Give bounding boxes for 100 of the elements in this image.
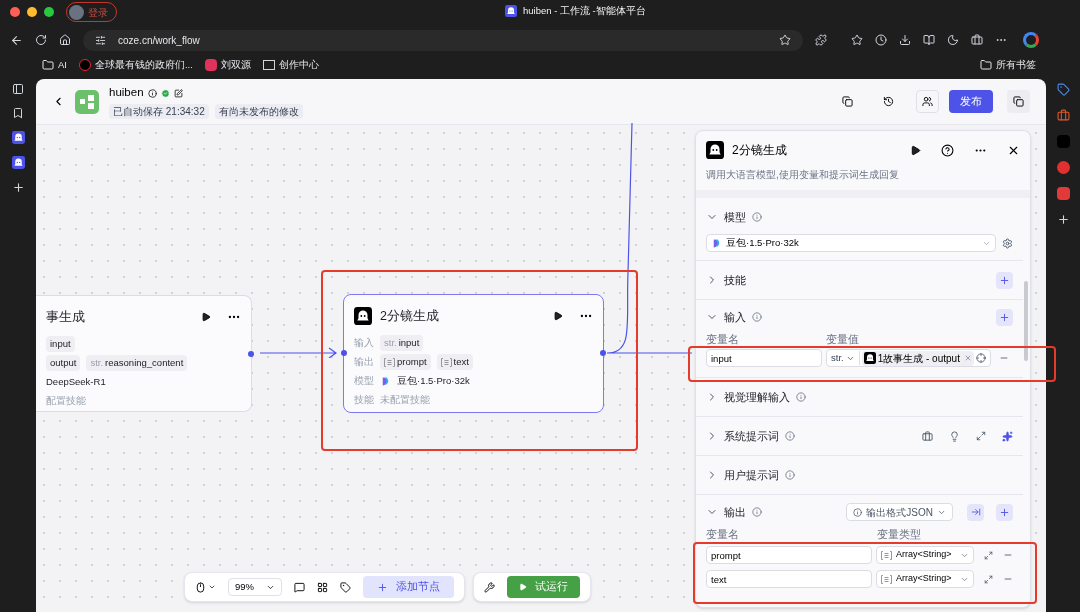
settings-icon[interactable] [1002, 237, 1013, 249]
workflow-node[interactable]: 2分镜生成 输入 str. input 输出 prompt text 模型 豆包·1.5·Pro·32k 技能 未配置技能 [343, 294, 604, 413]
download-icon[interactable] [899, 34, 911, 46]
workflow-node[interactable]: 事生成 input output str. reasoning_content DeepSeek-R1 配置技能 [36, 295, 252, 412]
duplicate-button[interactable] [1007, 90, 1030, 113]
model-icon [711, 237, 722, 249]
run-icon[interactable] [910, 144, 921, 156]
favorites-icon[interactable] [851, 34, 863, 46]
add-icon[interactable] [11, 181, 25, 194]
briefcase-icon[interactable] [971, 34, 983, 46]
variable-name-field[interactable]: prompt [706, 546, 872, 564]
add-button[interactable] [996, 308, 1013, 326]
collaborators-button[interactable] [916, 90, 939, 113]
zoom-select[interactable]: 99% [228, 578, 282, 596]
layout-icon[interactable] [317, 581, 328, 593]
model-select[interactable]: 豆包·1.5·Pro·32k [706, 234, 996, 252]
reader-icon[interactable] [923, 34, 935, 46]
studio-icon [262, 60, 275, 70]
maximize-window-button[interactable] [44, 7, 54, 17]
address-bar[interactable]: coze.cn/work_flow [83, 29, 803, 51]
tag-icon[interactable] [1056, 83, 1070, 96]
info-icon [752, 507, 762, 517]
folder-icon [980, 59, 992, 71]
copy-icon[interactable] [842, 96, 853, 107]
back-icon[interactable] [10, 33, 23, 47]
column-header: 变量名 [706, 527, 740, 540]
home-icon[interactable] [59, 34, 71, 46]
format-select[interactable]: 输出格式JSON [846, 503, 953, 521]
expand-icon[interactable] [984, 550, 993, 560]
info-icon [785, 470, 795, 480]
section-title: 用户提示词 [724, 467, 779, 483]
run-icon[interactable] [201, 312, 211, 322]
array-type-icon [881, 550, 892, 560]
row-label: 技能 [354, 392, 374, 407]
variable-type-select[interactable]: Array<String> [876, 570, 974, 588]
plus-icon [999, 506, 1010, 518]
panel-bot-icon [706, 141, 724, 159]
minimize-window-button[interactable] [27, 7, 37, 17]
status-tag: 已自动保存 21:34:32 [109, 103, 209, 119]
folder-icon [42, 59, 54, 71]
comment-icon[interactable] [294, 581, 305, 593]
target-icon[interactable] [976, 353, 986, 363]
star-icon[interactable] [779, 34, 791, 46]
expand-icon[interactable] [976, 431, 986, 441]
app-icon [79, 59, 91, 71]
all-bookmarks-link[interactable]: 所有书签 [980, 57, 1036, 73]
section-title: 输出 [724, 504, 746, 520]
row-value: 配置技能 [46, 393, 86, 408]
row-value: 未配置技能 [380, 392, 430, 407]
workflow-name: huiben [109, 85, 144, 101]
expand-icon[interactable] [984, 574, 993, 584]
variable-value-field[interactable]: str. 1故事生成 - output [826, 349, 991, 367]
caret-icon[interactable] [208, 583, 216, 591]
app-icon[interactable] [1056, 161, 1070, 174]
history-icon[interactable] [883, 96, 894, 107]
bookmark-link[interactable]: 刘双源 [204, 57, 251, 73]
collection-icon[interactable] [12, 107, 24, 119]
variable-name-field[interactable]: text [706, 570, 872, 588]
bookmark-link[interactable]: AI [42, 57, 67, 73]
app-icon[interactable] [1056, 187, 1070, 200]
account-icon[interactable] [1023, 32, 1039, 48]
workflow-logo-icon [75, 89, 99, 114]
add-button[interactable] [996, 503, 1013, 521]
variable-tag: prompt [380, 354, 431, 370]
add-button[interactable] [996, 271, 1013, 289]
array-type-icon [440, 357, 452, 367]
sidebar-icon[interactable] [12, 83, 24, 95]
import-button[interactable] [967, 503, 984, 521]
wrench-icon[interactable] [484, 581, 495, 593]
publish-button[interactable]: 发布 [949, 90, 993, 113]
row-label: 输出 [354, 354, 374, 369]
scrollbar[interactable] [1024, 281, 1028, 361]
lightbulb-icon[interactable] [949, 430, 960, 442]
panel-description: 调用大语言模型,使用变量和提示词生成回复 [706, 168, 900, 182]
bookmark-link[interactable]: 全球最有钱的政府们... [79, 57, 193, 73]
toolbox-icon[interactable] [1056, 109, 1070, 122]
mouse-icon[interactable] [195, 581, 206, 593]
run-icon[interactable] [553, 311, 563, 321]
row-label: 模型 [354, 373, 374, 388]
help-icon[interactable] [941, 143, 954, 157]
add-icon[interactable] [1056, 213, 1070, 226]
variable-name-field[interactable]: input [706, 349, 822, 367]
section-title: 技能 [724, 272, 746, 288]
info-icon [796, 392, 806, 402]
workflow-canvas[interactable] [36, 125, 1046, 612]
row-value: 豆包·1.5·Pro·32k [397, 373, 470, 388]
bookmark-link[interactable]: 创作中心 [262, 57, 319, 73]
tab-bot-icon [505, 5, 517, 18]
site-settings-icon[interactable] [95, 34, 106, 46]
add-node-button[interactable]: 添加节点 [363, 576, 454, 598]
variable-type-select[interactable]: Array<String> [876, 546, 974, 564]
close-window-button[interactable] [10, 7, 20, 17]
extensions-icon[interactable] [815, 34, 827, 46]
sparkle-icon[interactable] [1002, 430, 1013, 442]
edit-icon[interactable] [173, 88, 183, 98]
reload-icon[interactable] [35, 34, 47, 46]
row-value: DeepSeek-R1 [46, 374, 106, 389]
moon-icon[interactable] [947, 34, 959, 46]
node-title: 事生成 [46, 308, 86, 326]
variable-tag: output [46, 355, 81, 371]
